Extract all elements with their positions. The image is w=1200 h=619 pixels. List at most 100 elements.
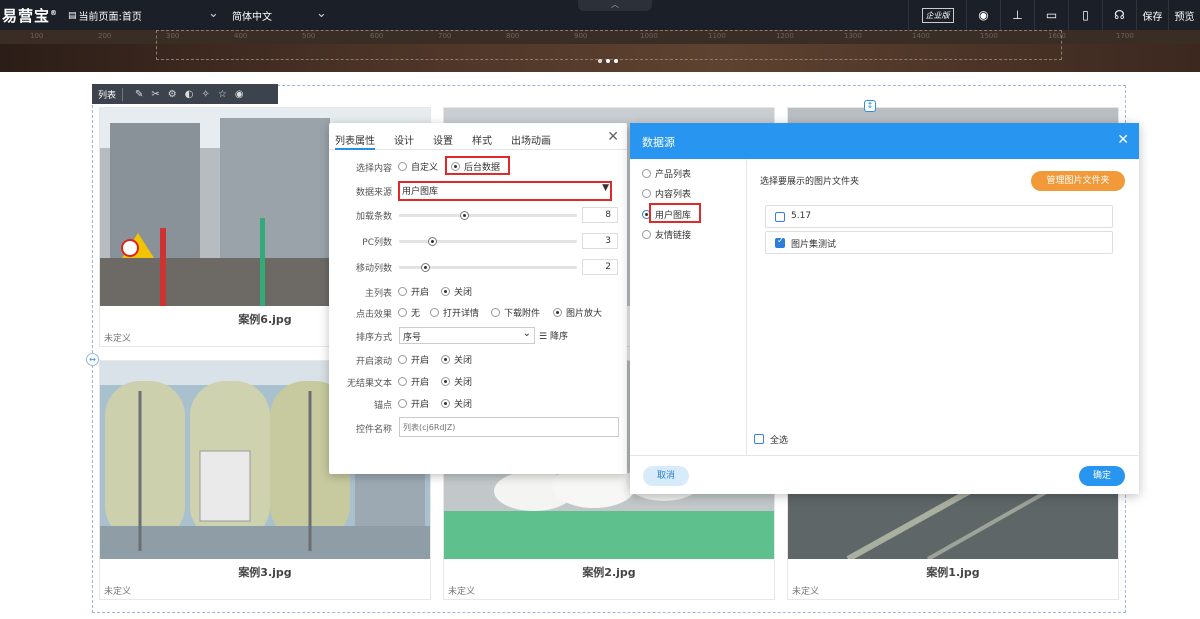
close-icon[interactable]: ✕ bbox=[1117, 132, 1129, 148]
ruler-tick: 1700 bbox=[1116, 32, 1134, 40]
noresult-off-radio[interactable]: 关闭 bbox=[441, 375, 472, 388]
item-desc: 未定义 bbox=[104, 334, 132, 344]
animation-icon[interactable]: ✧ bbox=[202, 89, 210, 100]
app-logo: 易营宝® bbox=[2, 7, 59, 25]
highlight-box bbox=[445, 156, 510, 175]
click-download-radio[interactable]: 下载附件 bbox=[491, 306, 540, 319]
click-zoom-radio[interactable]: 图片放大 bbox=[553, 306, 602, 319]
resize-horizontal-handle[interactable]: ↔ bbox=[86, 353, 99, 366]
click-none-radio[interactable]: 无 bbox=[398, 306, 420, 319]
folder-checkbox[interactable] bbox=[775, 212, 785, 222]
sort-row: 排序方式 序号 ⌄ ☰ 降序 bbox=[355, 327, 568, 344]
select-all-checkbox[interactable]: 全选 bbox=[754, 433, 788, 446]
source-type-list: 产品列表 内容列表 用户图库 友情链接 bbox=[630, 159, 747, 455]
mobile-cols-input[interactable]: 2 bbox=[582, 259, 618, 275]
cancel-button[interactable]: 取消 bbox=[643, 466, 689, 486]
folder-panel: 选择要展示的图片文件夹 管理图片文件夹 5.17 图片集测试 全选 bbox=[747, 159, 1139, 455]
list-toolbar: 列表 ✎ ✂ ⚙ ◐ ✧ ☆ ◉ bbox=[92, 84, 278, 104]
eye-icon[interactable]: ◉ bbox=[966, 0, 1000, 30]
preview-button[interactable]: 预览 bbox=[1168, 0, 1200, 30]
dialog-header: 数据源 ✕ bbox=[630, 123, 1139, 159]
pc-cols-input[interactable]: 3 bbox=[582, 233, 618, 249]
pc-cols-row: PC列数 3 bbox=[329, 233, 627, 249]
scroll-off-radio[interactable]: 关闭 bbox=[441, 353, 472, 366]
manage-folders-button[interactable]: 管理图片文件夹 bbox=[1031, 171, 1125, 191]
enterprise-badge[interactable]: 企业版 bbox=[908, 0, 966, 30]
no-result-row: 无结果文本 开启 关闭 bbox=[329, 374, 627, 390]
highlight-box bbox=[649, 203, 701, 223]
resize-vertical-handle[interactable]: ↕ bbox=[864, 100, 876, 112]
anchor-off-radio[interactable]: 关闭 bbox=[441, 397, 472, 410]
source-content-list[interactable]: 内容列表 bbox=[642, 187, 691, 200]
ruler-tick: 100 bbox=[30, 32, 44, 40]
tools-icon[interactable]: ✂ bbox=[151, 89, 159, 100]
folder-item[interactable]: 图片集测试 bbox=[765, 231, 1113, 254]
list-toolbar-label: 列表 bbox=[98, 87, 124, 101]
sort-select[interactable]: 序号 ⌄ bbox=[399, 327, 535, 344]
item-desc: 未定义 bbox=[448, 587, 476, 597]
load-count-input[interactable]: 8 bbox=[582, 207, 618, 223]
noresult-on-radio[interactable]: 开启 bbox=[398, 375, 429, 388]
save-button[interactable]: 保存 bbox=[1136, 0, 1168, 30]
source-product-list[interactable]: 产品列表 bbox=[642, 167, 691, 180]
align-icon[interactable]: ⊥ bbox=[1000, 0, 1034, 30]
ruler-tick: 200 bbox=[98, 32, 112, 40]
sort-icon: ☰ bbox=[539, 332, 550, 342]
folder-item[interactable]: 5.17 bbox=[765, 205, 1113, 228]
palette-icon[interactable]: ◐ bbox=[185, 89, 194, 100]
mobile-cols-row: 移动列数 2 bbox=[329, 259, 627, 275]
sort-order-toggle[interactable]: ☰ 降序 bbox=[539, 329, 568, 342]
anchor-on-radio[interactable]: 开启 bbox=[398, 397, 429, 410]
tab-settings[interactable]: 设置 bbox=[433, 123, 453, 149]
support-icon[interactable]: ☊ bbox=[1102, 0, 1136, 30]
tab-design[interactable]: 设计 bbox=[394, 123, 414, 149]
top-bar: 易营宝® ▤ 当前页面:首页 ⌄ 简体中文 ⌄ ︿ 企业版 ◉ ⊥ ▭ ▯ ☊ … bbox=[0, 0, 1200, 30]
item-title: 案例1.jpg bbox=[926, 566, 980, 579]
chevron-down-icon: ⌄ bbox=[208, 6, 219, 21]
language-select[interactable]: 简体中文 ⌄ bbox=[232, 6, 327, 23]
folder-checkbox[interactable] bbox=[775, 236, 785, 248]
datasource-dialog: 数据源 ✕ 产品列表 内容列表 用户图库 友情链接 选择要展示的图片文件夹 管理… bbox=[630, 123, 1139, 494]
widget-name-row: 控件名称 bbox=[329, 417, 627, 437]
tab-list-properties[interactable]: 列表属性 bbox=[335, 123, 375, 150]
close-icon[interactable]: ✕ bbox=[607, 129, 619, 145]
widget-name-input[interactable] bbox=[399, 417, 619, 437]
current-page-select[interactable]: ▤ 当前页面:首页 ⌄ bbox=[68, 6, 219, 23]
item-desc: 未定义 bbox=[792, 587, 820, 597]
item-title: 案例3.jpg bbox=[238, 566, 292, 579]
eye-icon[interactable]: ◉ bbox=[235, 89, 244, 100]
tab-style[interactable]: 样式 bbox=[472, 123, 492, 149]
item-desc: 未定义 bbox=[104, 587, 132, 597]
content-custom-radio[interactable]: 自定义 bbox=[398, 160, 438, 173]
scroll-on-radio[interactable]: 开启 bbox=[398, 353, 429, 366]
item-title: 案例2.jpg bbox=[582, 566, 636, 579]
folder-prompt: 选择要展示的图片文件夹 bbox=[760, 177, 860, 187]
slider-handle[interactable] bbox=[459, 211, 469, 220]
dialog-title: 数据源 bbox=[642, 136, 675, 149]
highlight-box bbox=[398, 181, 612, 201]
main-list-on-radio[interactable]: 开启 bbox=[398, 285, 429, 298]
star-icon[interactable]: ☆ bbox=[218, 89, 227, 100]
click-open-detail-radio[interactable]: 打开详情 bbox=[430, 306, 479, 319]
dialog-footer: 取消 确定 bbox=[630, 455, 1139, 494]
main-list-row: 主列表 开启 关闭 bbox=[329, 284, 627, 300]
collapse-header-button[interactable]: ︿ bbox=[578, 0, 652, 11]
confirm-button[interactable]: 确定 bbox=[1079, 466, 1125, 486]
gear-icon[interactable]: ⚙ bbox=[168, 89, 177, 100]
tab-animation[interactable]: 出场动画 bbox=[511, 123, 551, 149]
load-count-slider[interactable] bbox=[399, 211, 577, 220]
slider-dots[interactable] bbox=[598, 59, 618, 63]
mobile-icon[interactable]: ▯ bbox=[1068, 0, 1102, 30]
source-friend-links[interactable]: 友情链接 bbox=[642, 228, 691, 241]
banner-guide bbox=[156, 30, 1062, 60]
desktop-icon[interactable]: ▭ bbox=[1034, 0, 1068, 30]
slider-handle[interactable] bbox=[421, 263, 431, 272]
slider-handle[interactable] bbox=[427, 237, 437, 246]
page-icon: ▤ bbox=[68, 10, 77, 21]
mobile-cols-slider[interactable] bbox=[399, 263, 577, 272]
main-list-off-radio[interactable]: 关闭 bbox=[441, 285, 472, 298]
edit-icon[interactable]: ✎ bbox=[135, 89, 143, 100]
banner-section bbox=[0, 30, 1200, 72]
pc-cols-slider[interactable] bbox=[399, 237, 577, 246]
scroll-row: 开启滚动 开启 关闭 bbox=[329, 352, 627, 368]
